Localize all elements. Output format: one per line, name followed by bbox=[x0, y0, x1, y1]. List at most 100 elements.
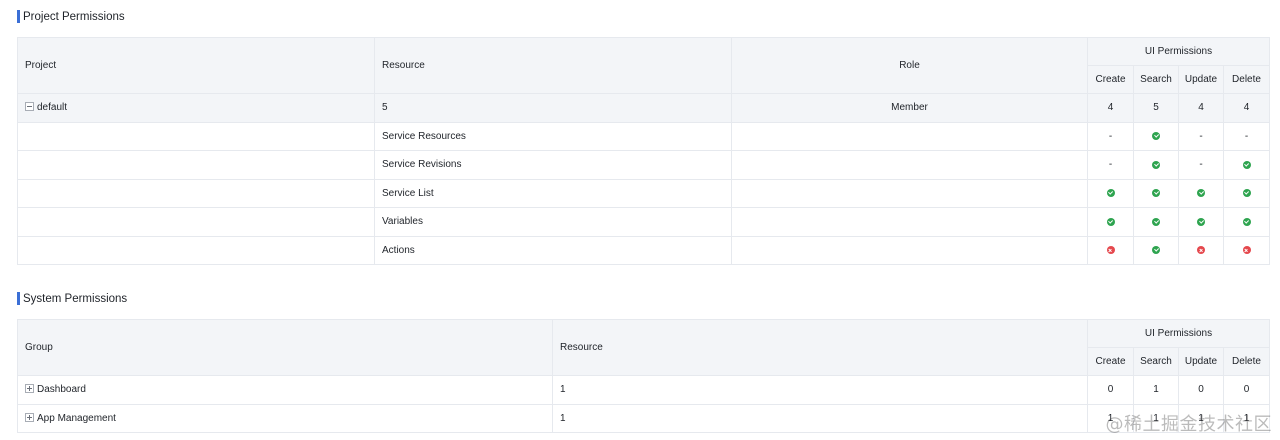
search-count: 5 bbox=[1133, 93, 1179, 123]
project-cell-empty bbox=[17, 150, 375, 180]
resource-name: Service Resources bbox=[374, 121, 732, 151]
delete-permission-cell bbox=[1223, 207, 1270, 237]
search-permission-cell bbox=[1133, 235, 1179, 265]
check-circle-icon bbox=[1197, 217, 1205, 226]
group-name: Dashboard bbox=[37, 384, 86, 396]
group-cell: Dashboard bbox=[17, 375, 553, 405]
update-count: 4 bbox=[1178, 93, 1224, 123]
x-circle-icon bbox=[1197, 246, 1205, 255]
column-header-resource: Resource bbox=[552, 319, 1088, 376]
system-permissions-table: Group Resource UI Permissions Create Sea… bbox=[17, 319, 1270, 433]
column-header-ui-permissions: UI Permissions bbox=[1087, 37, 1270, 66]
resource-name: Variables bbox=[374, 207, 732, 237]
system-permissions-title-text: System Permissions bbox=[23, 292, 128, 305]
project-cell-empty bbox=[17, 121, 375, 151]
project-group-row[interactable]: default 5 Member 4 5 4 4 bbox=[17, 93, 1270, 123]
search-permission-cell bbox=[1133, 121, 1179, 151]
project-permissions-title: Project Permissions bbox=[17, 10, 125, 23]
create-permission-value: - bbox=[1087, 121, 1134, 151]
search-permission-cell bbox=[1133, 178, 1179, 208]
create-count: 4 bbox=[1087, 93, 1134, 123]
column-header-group: Group bbox=[17, 319, 553, 376]
project-name: default bbox=[37, 102, 68, 114]
check-circle-icon bbox=[1106, 217, 1115, 226]
search-count: 1 bbox=[1133, 375, 1179, 405]
create-permission-cell bbox=[1087, 178, 1134, 208]
check-circle-icon bbox=[1242, 160, 1251, 169]
resource-count: 5 bbox=[374, 93, 732, 123]
role-cell-empty bbox=[731, 121, 1088, 151]
delete-permission-value: - bbox=[1223, 121, 1270, 151]
system-permissions-title: System Permissions bbox=[17, 292, 127, 305]
table-row[interactable]: App Management 1 1 1 1 1 bbox=[17, 403, 1270, 433]
group-name: App Management bbox=[37, 412, 116, 424]
table-row: Actions bbox=[17, 235, 1270, 265]
table-row: Variables bbox=[17, 207, 1270, 237]
project-cell-empty bbox=[17, 207, 375, 237]
create-count: 0 bbox=[1087, 375, 1134, 405]
delete-permission-cell bbox=[1223, 178, 1270, 208]
check-circle-icon bbox=[1242, 217, 1251, 226]
check-circle-icon bbox=[1242, 189, 1251, 198]
project-permissions-title-text: Project Permissions bbox=[23, 10, 125, 23]
column-header-create: Create bbox=[1087, 347, 1134, 376]
update-permission-cell bbox=[1178, 207, 1224, 237]
role-cell-empty bbox=[731, 178, 1088, 208]
title-accent-bar bbox=[17, 292, 20, 305]
delete-count: 4 bbox=[1223, 93, 1270, 123]
resource-name: Actions bbox=[374, 235, 732, 265]
table-row[interactable]: Dashboard 1 0 1 0 0 bbox=[17, 375, 1270, 405]
project-cell-empty bbox=[17, 235, 375, 265]
role-cell-empty bbox=[731, 235, 1088, 265]
delete-permission-cell bbox=[1223, 150, 1270, 180]
table-row: Service List bbox=[17, 178, 1270, 208]
update-permission-cell bbox=[1178, 178, 1224, 208]
check-circle-icon bbox=[1152, 160, 1160, 169]
column-header-project: Project bbox=[17, 37, 375, 94]
update-permission-cell bbox=[1178, 235, 1224, 265]
role-value: Member bbox=[731, 93, 1088, 123]
watermark: @稀土掘金技术社区 bbox=[1105, 414, 1272, 435]
delete-permission-cell bbox=[1223, 235, 1270, 265]
check-circle-icon bbox=[1152, 217, 1160, 226]
resource-name: Service Revisions bbox=[374, 150, 732, 180]
create-permission-cell bbox=[1087, 207, 1134, 237]
check-circle-icon bbox=[1152, 189, 1160, 198]
column-header-create: Create bbox=[1087, 65, 1134, 94]
table-row: Service Revisions - - bbox=[17, 150, 1270, 180]
check-circle-icon bbox=[1152, 132, 1160, 141]
column-header-search: Search bbox=[1133, 347, 1179, 376]
update-count: 0 bbox=[1178, 375, 1224, 405]
update-permission-value: - bbox=[1178, 150, 1224, 180]
collapse-icon[interactable] bbox=[25, 102, 34, 112]
column-header-search: Search bbox=[1133, 65, 1179, 94]
resource-count: 1 bbox=[552, 375, 1088, 405]
project-permissions-table: Project Resource Role UI Permissions Cre… bbox=[17, 37, 1270, 265]
check-circle-icon bbox=[1197, 189, 1205, 198]
update-permission-value: - bbox=[1178, 121, 1224, 151]
resource-name: Service List bbox=[374, 178, 732, 208]
expand-icon[interactable] bbox=[25, 412, 34, 422]
role-cell-empty bbox=[731, 207, 1088, 237]
group-cell: App Management bbox=[17, 403, 553, 433]
search-permission-cell bbox=[1133, 207, 1179, 237]
expand-icon[interactable] bbox=[25, 384, 34, 394]
project-cell-empty bbox=[17, 178, 375, 208]
project-cell: default bbox=[17, 93, 375, 123]
x-circle-icon bbox=[1242, 246, 1251, 255]
x-circle-icon bbox=[1106, 246, 1115, 255]
table-row: Service Resources - - - bbox=[17, 121, 1270, 151]
resource-count: 1 bbox=[552, 403, 1088, 433]
column-header-update: Update bbox=[1178, 347, 1224, 376]
column-header-delete: Delete bbox=[1223, 65, 1270, 94]
delete-count: 0 bbox=[1223, 375, 1270, 405]
create-permission-value: - bbox=[1087, 150, 1134, 180]
create-permission-cell bbox=[1087, 235, 1134, 265]
column-header-role: Role bbox=[731, 37, 1088, 94]
column-header-update: Update bbox=[1178, 65, 1224, 94]
column-header-resource: Resource bbox=[374, 37, 732, 94]
check-circle-icon bbox=[1106, 189, 1115, 198]
column-header-delete: Delete bbox=[1223, 347, 1270, 376]
title-accent-bar bbox=[17, 10, 20, 23]
check-circle-icon bbox=[1152, 246, 1160, 255]
